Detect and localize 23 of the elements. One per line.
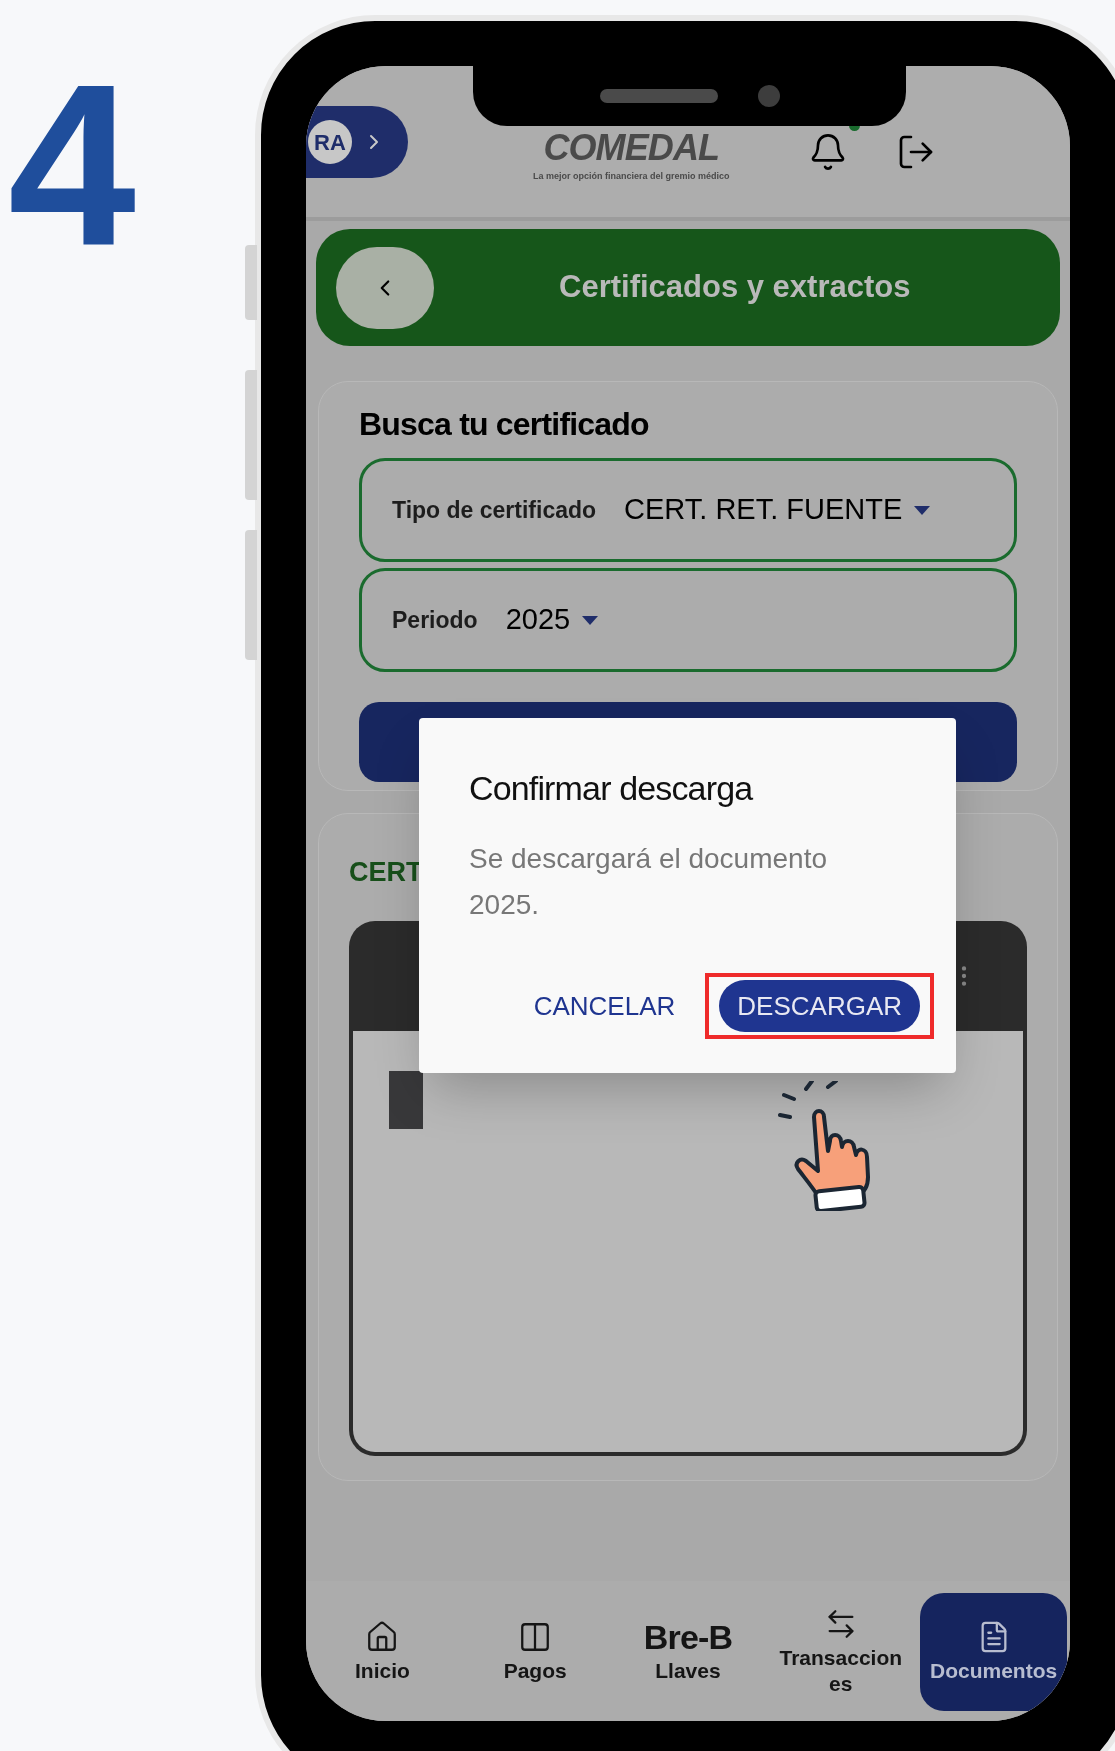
tagline: La mejor opción financiera del gremio médico (533, 170, 730, 183)
profile-button[interactable]: RA (306, 106, 408, 178)
page-thumbnail (389, 1070, 423, 1129)
avatar: RA (308, 120, 352, 164)
nav-tab[interactable]: Inicio (309, 1593, 456, 1711)
page-title: Certificados y extractos (559, 268, 911, 307)
cancel-button[interactable]: CANCELAR (533, 980, 676, 1032)
dropdown-caret-icon (582, 615, 599, 625)
nav-tab[interactable]: Documentos (920, 1593, 1067, 1711)
brand-logo: Bre-B (643, 1619, 733, 1654)
dropdown-caret-icon (914, 505, 931, 515)
nav-tab[interactable]: Bre-B Llaves (614, 1593, 762, 1711)
dropdown-field[interactable]: Tipo de certificado CERT. RET. FUENTE (359, 458, 1017, 562)
nav-tab[interactable]: Transacciones (767, 1593, 915, 1711)
brand-logo: COMEDAL (543, 130, 720, 166)
step-number: 4 (8, 50, 137, 280)
nav-tab[interactable]: Pagos (461, 1593, 609, 1711)
dropdown-field[interactable]: Periodo 2025 (359, 568, 1017, 672)
dialog-title: Confirmar descarga (469, 768, 754, 809)
download-button[interactable]: DESCARGAR (719, 980, 920, 1032)
card-title: Busca tu certificado (359, 405, 650, 444)
card-title: CERT (349, 856, 423, 889)
dialog-message: Se descargará el documento 2025. (469, 842, 828, 922)
